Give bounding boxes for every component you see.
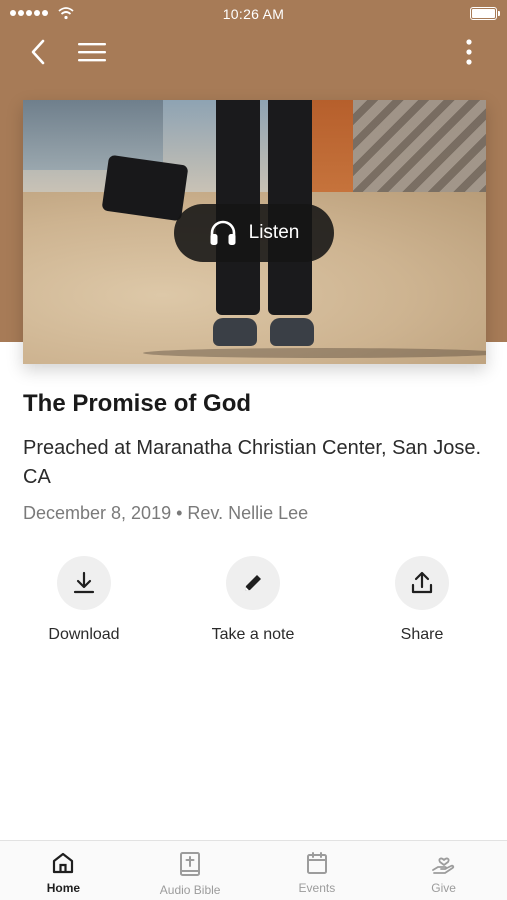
download-button[interactable]: Download bbox=[14, 556, 154, 644]
tab-audio-bible[interactable]: Audio Bible bbox=[127, 841, 254, 900]
calendar-icon bbox=[306, 852, 327, 874]
share-icon bbox=[411, 571, 433, 594]
status-bar: 10:26 AM bbox=[0, 0, 507, 28]
give-hand-icon bbox=[431, 857, 454, 874]
battery-icon bbox=[470, 7, 500, 20]
hamburger-icon bbox=[78, 43, 106, 62]
bottom-tab-bar: Home Audio Bible Events Give bbox=[0, 840, 507, 900]
nav-bar bbox=[0, 30, 507, 74]
listen-button[interactable]: Listen bbox=[174, 204, 334, 262]
tab-home-label: Home bbox=[46, 881, 81, 895]
share-label: Share bbox=[400, 626, 444, 643]
vertical-dots-icon bbox=[466, 39, 472, 65]
tab-audio-bible-label: Audio Bible bbox=[159, 883, 221, 897]
status-time: 10:26 AM bbox=[222, 6, 285, 22]
tab-give-label: Give bbox=[431, 881, 456, 895]
tab-events[interactable]: Events bbox=[254, 841, 381, 900]
download-label: Download bbox=[48, 626, 120, 643]
tab-home[interactable]: Home bbox=[0, 841, 127, 900]
back-button[interactable] bbox=[16, 30, 60, 74]
pencil-icon bbox=[245, 575, 261, 591]
headphones-icon bbox=[210, 220, 236, 245]
menu-button[interactable] bbox=[70, 30, 114, 74]
sermon-meta: December 8, 2019 • Rev. Nellie Lee bbox=[23, 503, 309, 523]
download-icon bbox=[73, 571, 95, 594]
bible-icon bbox=[180, 852, 201, 876]
take-note-button[interactable]: Take a note bbox=[183, 556, 323, 644]
sermon-title: The Promise of God bbox=[23, 390, 252, 417]
share-button[interactable]: Share bbox=[352, 556, 492, 644]
take-note-label: Take a note bbox=[211, 626, 295, 643]
tab-events-label: Events bbox=[298, 881, 336, 895]
home-icon bbox=[53, 852, 74, 874]
listen-label: Listen bbox=[248, 222, 300, 243]
chevron-left-icon bbox=[31, 39, 45, 65]
action-row: Download Take a note Share bbox=[0, 556, 507, 656]
sermon-subtitle: Preached at Maranatha Christian Center, … bbox=[23, 437, 482, 488]
more-options-button[interactable] bbox=[447, 30, 491, 74]
tab-give[interactable]: Give bbox=[380, 841, 507, 900]
